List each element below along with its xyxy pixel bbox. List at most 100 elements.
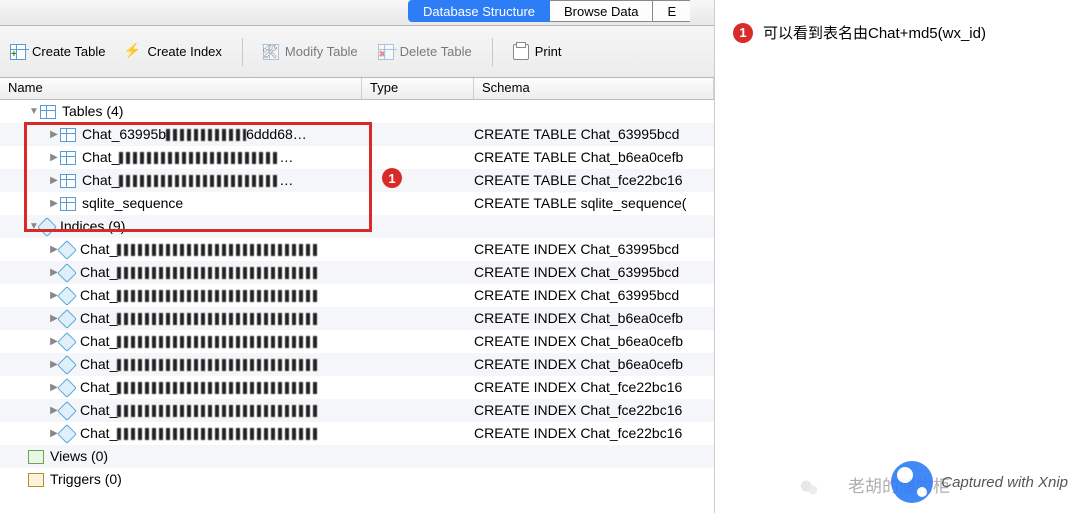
tree-index-row[interactable]: Chat_CREATE INDEX Chat_fce22bc16: [0, 422, 714, 445]
tab-browse-data[interactable]: Browse Data: [550, 0, 653, 22]
table-icon: [60, 128, 76, 142]
tree-columns-header: Name Type Schema: [0, 78, 714, 100]
redacted-text: [117, 244, 317, 256]
tree-tables-group[interactable]: Tables (4): [0, 100, 714, 123]
indices-group-icon: [37, 217, 57, 237]
item-label: Indices (9): [60, 215, 125, 238]
tree-table-row[interactable]: Chat_63995b6ddd68…CREATE TABLE Chat_6399…: [0, 123, 714, 146]
schema-text: CREATE TABLE Chat_63995bcd: [474, 123, 714, 146]
captured-with-label: Captured with Xnip: [941, 474, 1068, 491]
tree-indices-group[interactable]: Indices (9): [0, 215, 714, 238]
item-label: Chat_: [80, 353, 117, 376]
main-pane: Database Structure Browse Data E Create …: [0, 0, 715, 513]
tree-table-row[interactable]: sqlite_sequence CREATE TABLE sqlite_seque…: [0, 192, 714, 215]
redacted-text: [119, 152, 279, 164]
item-label: Chat_: [80, 330, 117, 353]
schema-text: CREATE INDEX Chat_fce22bc16: [474, 399, 714, 422]
schema-text: CREATE INDEX Chat_b6ea0cefb: [474, 307, 714, 330]
schema-text: CREATE INDEX Chat_fce22bc16: [474, 376, 714, 399]
wechat-icon: [798, 477, 820, 499]
index-icon: [57, 378, 77, 398]
redacted-text: [119, 175, 279, 187]
item-label: Chat_: [80, 261, 117, 284]
tree-index-row[interactable]: Chat_ CREATE INDEX Chat_63995bcd: [0, 284, 714, 307]
mode-tabs: Database Structure Browse Data E: [408, 0, 690, 22]
schema-tree[interactable]: Tables (4)Chat_63995b6ddd68…CREATE TABLE…: [0, 100, 714, 491]
print-icon: [513, 44, 529, 60]
table-icon: [60, 174, 76, 188]
item-label: Views (0): [50, 445, 108, 468]
redacted-text: [117, 267, 317, 279]
item-label: sqlite_sequence: [82, 192, 183, 215]
create-index-button[interactable]: Create Index: [125, 44, 221, 60]
disclosure-arrow-icon[interactable]: [48, 169, 60, 192]
index-icon: [57, 286, 77, 306]
create-table-button[interactable]: Create Table: [10, 44, 105, 60]
tabs-row: Database Structure Browse Data E: [0, 0, 714, 26]
schema-text: CREATE TABLE sqlite_sequence(: [474, 192, 714, 215]
item-label: Chat_63995b: [82, 123, 166, 146]
item-label: Chat_: [80, 399, 117, 422]
redacted-text: [117, 290, 317, 302]
delete-table-icon: [378, 44, 394, 60]
index-icon: [57, 309, 77, 329]
tree-index-row[interactable]: Chat_ CREATE INDEX Chat_63995bcd: [0, 238, 714, 261]
triggers-group-icon: [28, 473, 44, 487]
col-header-schema[interactable]: Schema: [474, 78, 714, 99]
delete-table-label: Delete Table: [400, 44, 472, 59]
redacted-text: [117, 405, 317, 417]
toolbar-separator: [492, 38, 493, 66]
item-label: Chat_: [80, 307, 117, 330]
redacted-text: [117, 336, 317, 348]
capture-watermark: Captured with Xnip: [891, 461, 1068, 503]
item-label: Chat_: [80, 284, 117, 307]
tree-table-row[interactable]: Chat_…CREATE TABLE Chat_fce22bc16: [0, 169, 714, 192]
print-label: Print: [535, 44, 562, 59]
annotation-badge-icon: 1: [733, 23, 753, 43]
col-header-name[interactable]: Name: [0, 78, 362, 99]
disclosure-arrow-icon[interactable]: [28, 100, 40, 123]
tree-index-row[interactable]: Chat_ CREATE INDEX Chat_b6ea0cefb: [0, 307, 714, 330]
index-icon: [57, 332, 77, 352]
create-table-icon: [10, 44, 26, 60]
annotation-pane: 1 可以看到表名由Chat+md5(wx_id): [715, 0, 1080, 513]
redacted-text: [117, 313, 317, 325]
tree-triggers-group[interactable]: Triggers (0): [0, 468, 714, 491]
tree-index-row[interactable]: Chat_ CREATE INDEX Chat_b6ea0cefb: [0, 353, 714, 376]
xnip-logo-icon: [891, 461, 933, 503]
modify-table-button[interactable]: Modify Table: [263, 44, 358, 60]
modify-table-icon: [263, 44, 279, 60]
create-table-label: Create Table: [32, 44, 105, 59]
item-label: Triggers (0): [50, 468, 122, 491]
tree-table-row[interactable]: Chat_…CREATE TABLE Chat_b6ea0cefb: [0, 146, 714, 169]
toolbar-separator: [242, 38, 243, 66]
tables-group-icon: [40, 105, 56, 119]
schema-text: CREATE INDEX Chat_b6ea0cefb: [474, 353, 714, 376]
toolbar: Create Table Create Index Modify Table D…: [0, 26, 714, 78]
index-icon: [57, 355, 77, 375]
views-group-icon: [28, 450, 44, 464]
tree-index-row[interactable]: Chat_CREATE INDEX Chat_63995bcd: [0, 261, 714, 284]
disclosure-arrow-icon[interactable]: [48, 192, 60, 215]
redacted-text: [117, 428, 317, 440]
disclosure-arrow-icon[interactable]: [48, 123, 60, 146]
index-icon: [57, 401, 77, 421]
print-button[interactable]: Print: [513, 44, 562, 60]
modify-table-label: Modify Table: [285, 44, 358, 59]
col-header-type[interactable]: Type: [362, 78, 474, 99]
item-label: Chat_: [80, 238, 117, 261]
item-label: Chat_: [80, 422, 117, 445]
tree-index-row[interactable]: Chat_ CREATE INDEX Chat_fce22bc16: [0, 376, 714, 399]
schema-text: CREATE INDEX Chat_63995bcd: [474, 284, 714, 307]
tree-index-row[interactable]: Chat_CREATE INDEX Chat_b6ea0cefb: [0, 330, 714, 353]
table-icon: [60, 197, 76, 211]
tab-database-structure[interactable]: Database Structure: [408, 0, 550, 22]
tree-views-group[interactable]: Views (0): [0, 445, 714, 468]
schema-text: CREATE INDEX Chat_63995bcd: [474, 238, 714, 261]
disclosure-arrow-icon[interactable]: [48, 146, 60, 169]
delete-table-button[interactable]: Delete Table: [378, 44, 472, 60]
tab-partial[interactable]: E: [653, 0, 690, 22]
tree-index-row[interactable]: Chat_ CREATE INDEX Chat_fce22bc16: [0, 399, 714, 422]
item-label-suffix: …: [279, 146, 293, 169]
item-label: Chat_: [80, 376, 117, 399]
